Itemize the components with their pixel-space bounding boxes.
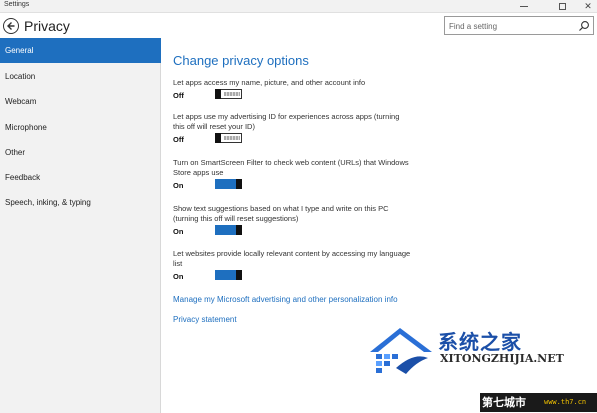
advertising-settings-link[interactable]: Manage my Microsoft advertising and othe… xyxy=(173,295,398,304)
setting-description: Turn on SmartScreen Filter to check web … xyxy=(173,158,409,177)
toggle-state-label: On xyxy=(173,181,184,190)
watermark-site-text: www.th7.cn xyxy=(544,398,587,406)
section-title: Change privacy options xyxy=(173,53,309,68)
close-button[interactable]: ✕ xyxy=(574,0,597,13)
setting-smartscreen: Turn on SmartScreen Filter to check web … xyxy=(173,158,413,193)
back-arrow-icon xyxy=(7,22,15,30)
toggle-knob xyxy=(236,270,242,280)
minimize-button[interactable] xyxy=(510,0,538,13)
sidebar-item-other[interactable]: Other xyxy=(0,140,161,165)
sidebar-item-general[interactable]: General xyxy=(0,38,161,63)
search-input[interactable] xyxy=(449,19,574,33)
setting-description: Let apps use my advertising ID for exper… xyxy=(173,112,400,131)
language-list-toggle[interactable] xyxy=(215,270,242,280)
setting-language-list: Let websites provide locally relevant co… xyxy=(173,249,413,284)
sidebar-item-feedback[interactable]: Feedback xyxy=(0,165,161,190)
sidebar: General Location Webcam Microphone Other… xyxy=(0,38,161,413)
toggle-knob xyxy=(236,225,242,235)
sidebar-item-location[interactable]: Location xyxy=(0,64,161,89)
toggle-state-label: Off xyxy=(173,91,184,100)
smartscreen-toggle[interactable] xyxy=(215,179,242,189)
watermark-badge-text: 第七城市 xyxy=(482,396,526,409)
toggle-knob xyxy=(215,89,221,99)
sidebar-item-speech-inking-typing[interactable]: Speech, inking, & typing xyxy=(0,190,161,215)
back-button[interactable] xyxy=(3,18,19,34)
page-title: Privacy xyxy=(24,18,70,34)
minimize-icon xyxy=(520,6,528,7)
search-icon[interactable] xyxy=(578,20,590,32)
toggle-state-label: On xyxy=(173,272,184,281)
watermark: 系统之家 XITONGZHIJIA.NET 第七城市 www.th7.cn xyxy=(366,320,597,412)
account-info-toggle[interactable] xyxy=(215,89,242,99)
toggle-knob xyxy=(236,179,242,189)
sidebar-item-microphone[interactable]: Microphone xyxy=(0,115,161,140)
maximize-button[interactable] xyxy=(548,0,576,13)
close-icon: ✕ xyxy=(584,1,592,11)
advertising-id-toggle[interactable] xyxy=(215,133,242,143)
maximize-icon xyxy=(558,3,566,10)
setting-account-info: Let apps access my name, picture, and ot… xyxy=(173,78,413,103)
watermark-badge-bar: 第七城市 www.th7.cn xyxy=(480,393,597,412)
watermark-chinese-text: 系统之家 xyxy=(438,330,522,354)
toggle-state-label: Off xyxy=(173,135,184,144)
window-title: Settings xyxy=(4,1,30,8)
toggle-knob xyxy=(215,133,221,143)
search-box[interactable] xyxy=(444,16,594,35)
toggle-track xyxy=(224,92,240,96)
sidebar-item-webcam[interactable]: Webcam xyxy=(0,89,161,114)
privacy-statement-link[interactable]: Privacy statement xyxy=(173,315,237,324)
setting-description: Let apps access my name, picture, and ot… xyxy=(173,78,366,87)
setting-description: Let websites provide locally relevant co… xyxy=(173,249,411,268)
watermark-house-logo-icon xyxy=(370,328,432,374)
setting-description: Show text suggestions based on what I ty… xyxy=(173,204,389,223)
setting-advertising-id: Let apps use my advertising ID for exper… xyxy=(173,112,413,147)
toggle-track xyxy=(224,136,240,140)
toggle-state-label: On xyxy=(173,227,184,236)
title-bar: Settings ✕ xyxy=(0,0,597,13)
setting-text-suggestions: Show text suggestions based on what I ty… xyxy=(173,204,413,239)
watermark-english-text: XITONGZHIJIA.NET xyxy=(440,352,564,365)
text-suggestions-toggle[interactable] xyxy=(215,225,242,235)
